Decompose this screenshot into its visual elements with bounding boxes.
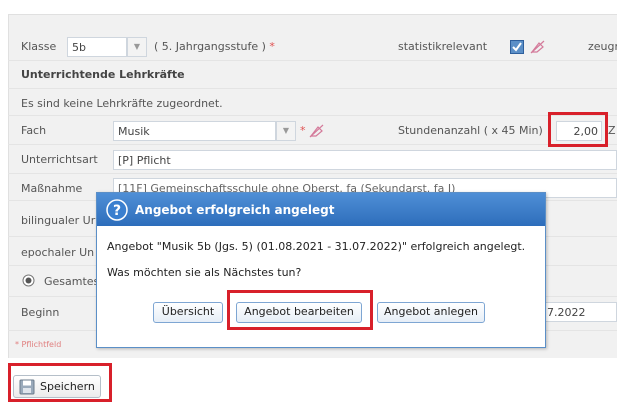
radio-selected-icon[interactable] [22,274,35,290]
stundenanzahl-label: Stundenanzahl ( x 45 Min) [398,124,543,137]
fach-select[interactable]: Musik [113,121,276,141]
dialog-title-bar[interactable]: ? Angebot erfolgreich angelegt [97,193,545,226]
no-teachers-text: Es sind keine Lehrkräfte zugeordnet. [21,97,223,110]
stundenanzahl-suffix: Z [608,124,616,137]
epochal-label: epochaler Un [21,246,95,259]
jahrgangsstufe-text: ( 5. Jahrgangsstufe ) * [154,40,275,53]
zeugnis-label: zeugr [588,40,617,53]
chevron-down-icon[interactable]: ▼ [276,121,296,141]
highlight-stundenanzahl [548,112,608,147]
checkbox-checked-icon[interactable] [510,40,524,57]
row-divider [8,173,617,174]
bilingual-label: bilingualer Ur [21,214,96,227]
highlight-edit-button [227,290,373,330]
highlight-save-button [8,363,112,402]
dialog-question: Was möchten sie als Nächstes tun? [107,266,302,279]
massnahme-label: Maßnahme [21,182,83,195]
unterrichtsart-select[interactable]: [P] Pflicht [113,150,617,170]
lehrkraefte-heading: Unterrichtende Lehrkräfte [21,68,185,81]
gesamt-label: Gesamtes [44,275,100,288]
svg-text:?: ? [113,203,121,219]
klasse-label: Klasse [21,40,57,53]
pflichtfeld-note: * Pflichtfeld [15,340,62,349]
chevron-down-icon[interactable]: ▼ [127,37,147,57]
statistikrelevant-label: statistikrelevant [398,40,488,53]
clear-icon[interactable] [530,40,545,57]
clear-icon[interactable] [309,124,324,141]
dialog-message: Angebot "Musik 5b (Jgs. 5) (01.08.2021 -… [107,240,526,253]
create-offer-button[interactable]: Angebot anlegen [377,302,485,323]
required-mark: * [300,124,306,137]
beginn-label: Beginn [21,306,60,319]
fach-label: Fach [21,124,47,137]
klasse-select[interactable]: 5b [67,37,127,57]
row-divider [8,88,617,89]
dialog-title: Angebot erfolgreich angelegt [135,203,335,217]
unterrichtsart-label: Unterrichtsart [21,153,98,166]
overview-button[interactable]: Übersicht [153,302,223,323]
row-divider [8,144,617,145]
question-icon: ? [106,199,128,224]
row-divider [8,115,617,116]
row-divider [8,60,617,61]
